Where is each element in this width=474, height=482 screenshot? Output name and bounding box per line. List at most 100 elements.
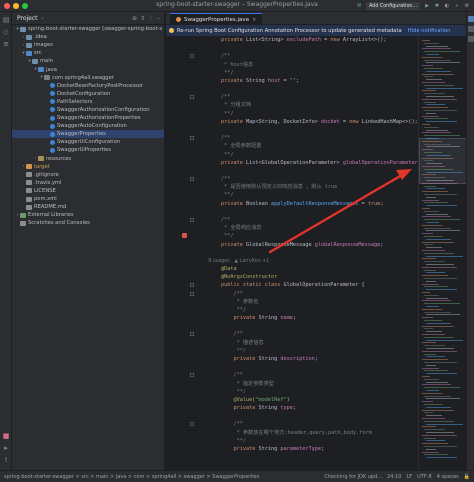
settings-icon[interactable]: ⚙ [464, 3, 470, 9]
project-tool-icon[interactable]: ▤ [2, 16, 10, 24]
locate-icon[interactable]: ⊕ [132, 15, 137, 22]
minimap-line [426, 364, 436, 366]
file-encoding[interactable]: UTF-8 [417, 474, 432, 480]
code-token: = [358, 200, 368, 207]
tree-item[interactable]: PathSelectors [12, 98, 164, 106]
minimap-line [426, 213, 448, 215]
minimap-line [424, 93, 445, 95]
breadcrumb-path[interactable]: spring-boot-starter-swagger > src > main… [4, 474, 259, 480]
tree-item[interactable]: › images [12, 41, 164, 49]
tree-item[interactable]: ▾ java [12, 65, 164, 73]
tree-item[interactable]: README.md [12, 203, 164, 211]
fold-icon[interactable] [190, 373, 194, 378]
fold-icon[interactable] [190, 291, 194, 296]
close-icon[interactable]: × [252, 17, 256, 23]
problems-tool-icon[interactable]: ! [2, 456, 10, 464]
add-configuration-button[interactable]: Add Configuration... [366, 2, 420, 10]
indent-setting[interactable]: 4 spaces [437, 474, 459, 480]
code-token: * 全局参数配置 [196, 143, 262, 150]
minimap-line [426, 45, 448, 47]
minimap-line [426, 406, 451, 408]
editor-tab[interactable]: SwaggerProperties.java × [170, 13, 263, 25]
tree-item[interactable]: SwaggerUiConfiguration [12, 138, 164, 146]
notification-text: Re-run Spring Boot Configuration Annotat… [177, 27, 402, 34]
tree-item[interactable]: › External Libraries [12, 211, 164, 219]
editor-gutter[interactable] [166, 36, 196, 470]
caret-position[interactable]: 24:10 [387, 474, 401, 480]
fold-icon[interactable] [190, 217, 194, 222]
fold-icon[interactable] [190, 283, 194, 288]
code-editor[interactable]: private List<String> excludePath = new A… [196, 36, 418, 470]
database-icon[interactable] [468, 26, 474, 32]
coverage-icon[interactable]: ◐ [444, 3, 450, 9]
fold-icon[interactable] [190, 422, 194, 427]
minimap-line [426, 432, 454, 433]
commit-tool-icon[interactable]: ◇ [2, 28, 10, 36]
minimap-line [426, 112, 436, 114]
tree-item[interactable]: SwaggerAuthorizationConfiguration [12, 106, 164, 114]
minimap-line [424, 353, 436, 355]
code-token: /** [196, 216, 231, 223]
code-token: /** [196, 135, 231, 142]
structure-tool-icon[interactable]: ≡ [2, 40, 10, 48]
tree-item[interactable]: SwaggerAuthorizationProperties [12, 114, 164, 122]
hide-panel-icon[interactable]: – [157, 15, 160, 22]
minimap-line [422, 56, 442, 58]
tree-item[interactable]: SwaggerAutoConfiguration [12, 122, 164, 130]
run-icon[interactable]: ▶ [424, 3, 430, 9]
collapse-all-icon[interactable]: ⇕ [140, 15, 145, 22]
build-icon[interactable]: ⚒ [356, 3, 362, 9]
tree-item[interactable]: ▾ com.spring4all.swagger [12, 74, 164, 82]
hide-notification-link[interactable]: Hide notification [408, 28, 451, 34]
fold-icon[interactable] [190, 95, 194, 100]
background-task[interactable]: Checking for JDK upd... [324, 474, 382, 480]
maven-icon[interactable] [468, 36, 474, 42]
line-separator[interactable]: LF [406, 474, 412, 480]
code-token: @Value [196, 396, 253, 403]
project-panel-title[interactable]: Project [17, 15, 38, 22]
chevron-down-icon[interactable]: ⌄ [41, 15, 45, 21]
fold-icon[interactable] [190, 54, 194, 59]
code-line: private List<String> excludePath = new A… [196, 36, 387, 44]
search-everywhere-icon[interactable]: ⌕ [454, 3, 460, 9]
tree-item[interactable]: DocketBeanFactoryPostProcessor [12, 82, 164, 90]
plugin-tool-icon[interactable]: ■ [2, 432, 10, 440]
minimap-line [424, 294, 439, 296]
minimap-line [424, 378, 439, 380]
code-token: private [196, 446, 259, 452]
more-options-icon[interactable]: ⋮ [148, 15, 154, 22]
error-marker-icon[interactable] [182, 233, 187, 239]
tree-item[interactable]: › resources [12, 155, 164, 163]
minimap-line [424, 303, 460, 305]
terminal-tool-icon[interactable]: ▸ [2, 444, 10, 452]
code-line: private String type; [196, 404, 296, 412]
tree-item[interactable]: ▾ spring-boot-starter-swagger [swagger-sp… [12, 25, 164, 33]
tree-item[interactable]: DocketConfiguration [12, 90, 164, 98]
debug-icon[interactable]: ✱ [434, 3, 440, 9]
code-minimap[interactable] [418, 36, 466, 470]
minimap-line [424, 202, 448, 204]
tree-item[interactable]: pom.xml [12, 195, 164, 203]
minimap-line [422, 90, 436, 92]
minimap-line [424, 227, 451, 229]
tree-item[interactable]: SwaggerProperties [12, 130, 164, 139]
tree-item[interactable]: ▾ src [12, 49, 164, 57]
tree-item[interactable]: SwaggerUiProperties [12, 146, 164, 154]
tree-item[interactable]: LICENSE [12, 187, 164, 195]
cls-icon [50, 83, 55, 89]
folder-src-icon [38, 67, 44, 73]
tree-item[interactable]: ▾ main [12, 57, 164, 65]
code-token: String [258, 446, 281, 452]
notifications-icon[interactable] [468, 16, 474, 22]
minimap-line [422, 124, 430, 125]
lock-icon[interactable]: 🔓 [464, 474, 470, 480]
tree-item[interactable]: Scratches and Consoles [12, 219, 164, 227]
tree-item[interactable]: › target [12, 163, 164, 171]
fold-icon[interactable] [190, 136, 194, 141]
fold-icon[interactable] [190, 177, 194, 182]
tree-item[interactable]: › .idea [12, 33, 164, 41]
tree-item[interactable]: .travis.yml [12, 179, 164, 187]
fold-icon[interactable] [190, 332, 194, 337]
minimap-line [422, 409, 454, 411]
tree-item[interactable]: .gitignore [12, 171, 164, 179]
